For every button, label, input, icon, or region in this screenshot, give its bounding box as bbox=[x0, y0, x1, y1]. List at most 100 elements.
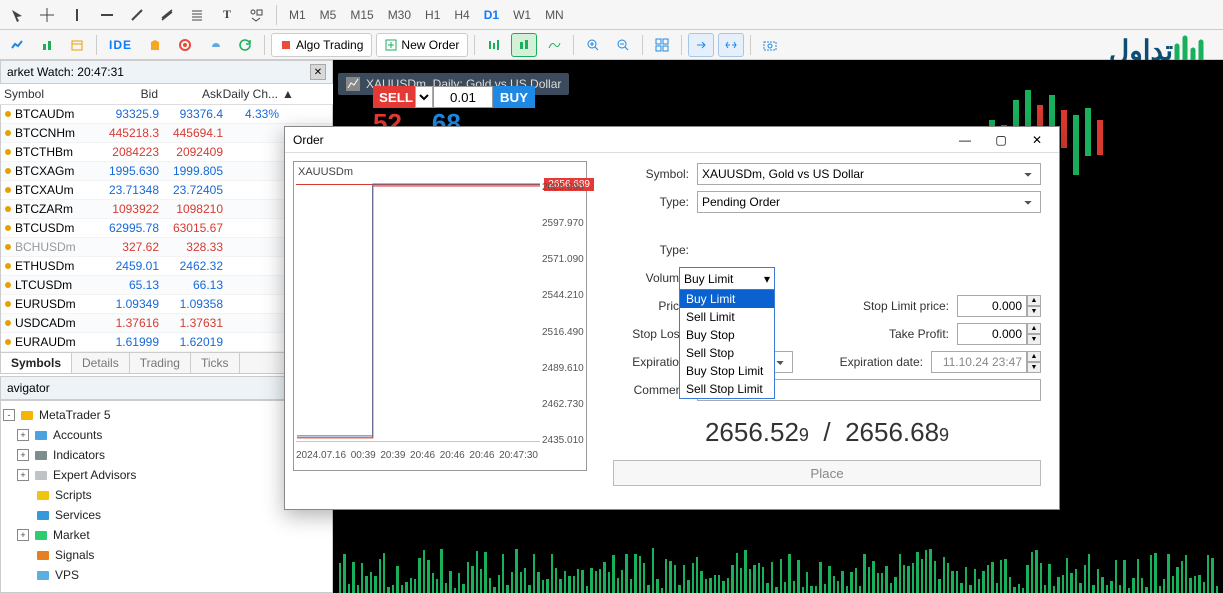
nav-item-services[interactable]: Services bbox=[3, 505, 330, 525]
market-watch-row[interactable]: EURAUDm1.619991.62019 bbox=[1, 333, 332, 352]
maximize-icon[interactable]: ▢ bbox=[987, 130, 1015, 150]
shift-icon[interactable] bbox=[688, 33, 714, 57]
timeframe-m5[interactable]: M5 bbox=[314, 3, 343, 27]
market-watch-row[interactable]: BTCCNHm445218.3445694.1 bbox=[1, 124, 332, 143]
spin-up[interactable]: ▲ bbox=[1027, 323, 1041, 334]
algo-trading-button[interactable]: Algo Trading bbox=[271, 33, 372, 57]
nav-item-vps[interactable]: VPS bbox=[3, 565, 330, 585]
expand-icon[interactable]: + bbox=[17, 449, 29, 461]
fib-icon[interactable] bbox=[184, 3, 210, 27]
chart-dropdown-icon[interactable] bbox=[4, 33, 30, 57]
timeframe-m30[interactable]: M30 bbox=[382, 3, 417, 27]
candles-icon[interactable] bbox=[511, 33, 537, 57]
sell-button[interactable]: SELL bbox=[373, 86, 415, 108]
chart-style-icon[interactable] bbox=[34, 33, 60, 57]
nav-item-expert-advisors[interactable]: +Expert Advisors bbox=[3, 465, 330, 485]
timeframe-mn[interactable]: MN bbox=[539, 3, 570, 27]
hline-icon[interactable] bbox=[94, 3, 120, 27]
nav-item-indicators[interactable]: +Indicators bbox=[3, 445, 330, 465]
expand-icon[interactable]: + bbox=[17, 529, 29, 541]
pending-type-option[interactable]: Sell Stop bbox=[680, 344, 774, 362]
market-watch-row[interactable]: BCHUSDm327.62328.33 bbox=[1, 238, 332, 257]
nav-item-accounts[interactable]: +Accounts bbox=[3, 425, 330, 445]
place-button[interactable]: Place bbox=[613, 460, 1041, 486]
spin-down[interactable]: ▼ bbox=[1027, 334, 1041, 345]
minimize-icon[interactable]: — bbox=[951, 130, 979, 150]
pending-type-option[interactable]: Sell Limit bbox=[680, 308, 774, 326]
market-watch-row[interactable]: BTCTHBm20842232092409 bbox=[1, 143, 332, 162]
mw-tab-symbols[interactable]: Symbols bbox=[1, 353, 72, 373]
dot-icon bbox=[5, 111, 11, 117]
market-watch-row[interactable]: BTCAUDm93325.993376.44.33% bbox=[1, 105, 332, 124]
spin-up[interactable]: ▲ bbox=[1027, 351, 1041, 362]
mw-tab-details[interactable]: Details bbox=[72, 353, 130, 373]
nav-item-signals[interactable]: Signals bbox=[3, 545, 330, 565]
trendline-icon[interactable] bbox=[124, 3, 150, 27]
zoom-in-icon[interactable] bbox=[580, 33, 606, 57]
channel-icon[interactable] bbox=[154, 3, 180, 27]
timeframe-h4[interactable]: H4 bbox=[448, 3, 475, 27]
spin-down[interactable]: ▼ bbox=[1027, 306, 1041, 317]
bars-icon[interactable] bbox=[481, 33, 507, 57]
spin-up[interactable]: ▲ bbox=[1027, 295, 1041, 306]
timeframe-m1[interactable]: M1 bbox=[283, 3, 312, 27]
vol-dd[interactable] bbox=[415, 86, 433, 108]
pending-type-option[interactable]: Buy Limit bbox=[680, 290, 774, 308]
stoplimit-input[interactable] bbox=[957, 295, 1027, 317]
cursor-icon[interactable] bbox=[4, 3, 30, 27]
expdate-input[interactable] bbox=[931, 351, 1027, 373]
market-watch-row[interactable]: EURUSDm1.093491.09358 bbox=[1, 295, 332, 314]
timeframe-d1[interactable]: D1 bbox=[478, 3, 505, 27]
collapse-icon[interactable]: - bbox=[3, 409, 15, 421]
mw-tab-trading[interactable]: Trading bbox=[130, 353, 191, 373]
folder-icon bbox=[35, 567, 51, 583]
takeprofit-input[interactable] bbox=[957, 323, 1027, 345]
market-watch-row[interactable]: BTCXAGm1995.6301999.805 bbox=[1, 162, 332, 181]
pending-type-selected[interactable]: Buy Limit▾ bbox=[680, 268, 774, 290]
mw-tab-ticks[interactable]: Ticks bbox=[191, 353, 240, 373]
buy-button[interactable]: BUY bbox=[493, 86, 535, 108]
vps-icon[interactable] bbox=[202, 33, 228, 57]
market-watch-row[interactable]: ETHUSDm2459.012462.32 bbox=[1, 257, 332, 276]
timeframe-h1[interactable]: H1 bbox=[419, 3, 446, 27]
dialog-titlebar[interactable]: Order — ▢ ✕ bbox=[285, 127, 1059, 153]
objects-icon[interactable] bbox=[244, 3, 270, 27]
symbol-select[interactable]: XAUUSDm, Gold vs US Dollar bbox=[697, 163, 1041, 185]
expand-icon[interactable]: + bbox=[17, 469, 29, 481]
nav-item-scripts[interactable]: Scripts bbox=[3, 485, 330, 505]
refresh-icon[interactable] bbox=[232, 33, 258, 57]
timeframe-m15[interactable]: M15 bbox=[344, 3, 379, 27]
timeframe-w1[interactable]: W1 bbox=[507, 3, 537, 27]
market-watch-row[interactable]: LTCUSDm65.1366.13 bbox=[1, 276, 332, 295]
nav-item-metatrader-5[interactable]: -MetaTrader 5 bbox=[3, 405, 330, 425]
new-order-button[interactable]: New Order bbox=[376, 33, 468, 57]
ide-button[interactable]: IDE bbox=[103, 33, 138, 57]
close-icon[interactable]: ✕ bbox=[310, 64, 326, 80]
zoom-out-icon[interactable] bbox=[610, 33, 636, 57]
market-watch-row[interactable]: BTCXAUm23.7134823.72405 bbox=[1, 181, 332, 200]
market-watch-row[interactable]: BTCZARm10939221098210 bbox=[1, 200, 332, 219]
expand-icon[interactable]: + bbox=[17, 429, 29, 441]
pending-type-option[interactable]: Buy Stop Limit bbox=[680, 362, 774, 380]
spin-down[interactable]: ▼ bbox=[1027, 362, 1041, 373]
scroll-icon[interactable] bbox=[718, 33, 744, 57]
market-icon[interactable] bbox=[142, 33, 168, 57]
folder-icon bbox=[33, 427, 49, 443]
pending-type-dropdown[interactable]: Buy Limit▾ Buy LimitSell LimitBuy StopSe… bbox=[679, 267, 775, 399]
text-icon[interactable]: T bbox=[214, 3, 240, 27]
pending-type-option[interactable]: Sell Stop Limit bbox=[680, 380, 774, 398]
camera-icon[interactable] bbox=[757, 33, 783, 57]
market-watch-row[interactable]: BTCUSDm62995.7863015.67 bbox=[1, 219, 332, 238]
crosshair-icon[interactable] bbox=[34, 3, 60, 27]
volume-input[interactable] bbox=[433, 86, 493, 108]
market-watch-row[interactable]: USDCADm1.376161.37631 bbox=[1, 314, 332, 333]
close-icon[interactable]: ✕ bbox=[1023, 130, 1051, 150]
signals-icon[interactable] bbox=[172, 33, 198, 57]
order-type-select[interactable]: Pending Order bbox=[697, 191, 1041, 213]
vline-icon[interactable] bbox=[64, 3, 90, 27]
nav-item-market[interactable]: +Market bbox=[3, 525, 330, 545]
line-icon[interactable] bbox=[541, 33, 567, 57]
pending-type-option[interactable]: Buy Stop bbox=[680, 326, 774, 344]
tile-icon[interactable] bbox=[649, 33, 675, 57]
calendar-icon[interactable] bbox=[64, 33, 90, 57]
